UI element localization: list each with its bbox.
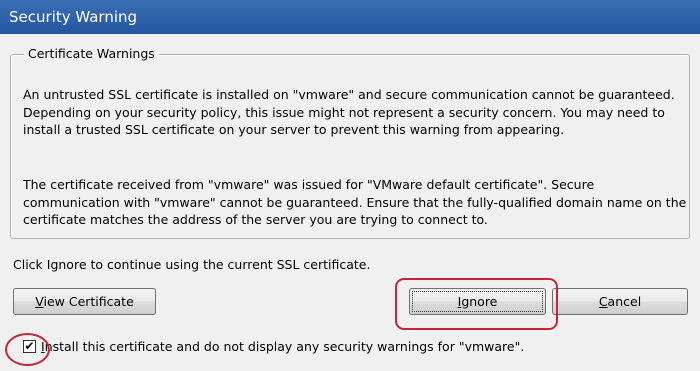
ignore-annotation-highlight	[395, 278, 558, 330]
window-title: Security Warning	[9, 8, 138, 26]
info-text: Click Ignore to continue using the curre…	[13, 257, 371, 272]
cancel-accel: C	[598, 294, 608, 309]
view-certificate-label: iew Certificate	[43, 294, 134, 309]
warning-paragraph-2: The certificate received from "vmware" w…	[23, 177, 687, 227]
group-legend: Certificate Warnings	[24, 46, 159, 61]
warning-paragraph-1: An untrusted SSL certificate is installe…	[23, 87, 675, 137]
install-certificate-label[interactable]: Install this certificate and do not disp…	[41, 339, 524, 354]
checkbox-annotation-highlight	[5, 333, 50, 366]
view-certificate-button[interactable]: View Certificate	[13, 288, 156, 315]
security-warning-dialog: Security Warning Certificate Warnings An…	[0, 0, 700, 371]
install-label-text: nstall this certificate and do not displ…	[44, 339, 525, 354]
title-bar[interactable]: Security Warning	[0, 0, 700, 34]
cancel-label: ancel	[607, 294, 642, 309]
cancel-button[interactable]: Cancel	[552, 288, 688, 315]
